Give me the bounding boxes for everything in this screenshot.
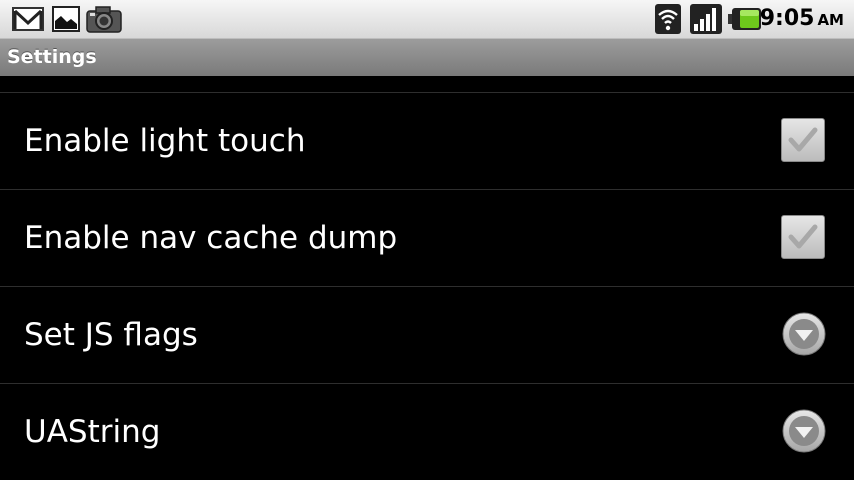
settings-list: Enable light touch Enable nav cache dump…: [0, 76, 854, 480]
enable-light-touch-checkbox[interactable]: [781, 118, 825, 162]
dropdown-arrow-icon[interactable]: [782, 409, 826, 453]
battery-icon: [728, 6, 762, 36]
page-title: Settings: [7, 46, 97, 68]
setting-label: Set JS flags: [24, 317, 198, 353]
enable-nav-cache-dump-checkbox[interactable]: [781, 215, 825, 259]
gallery-icon: [52, 6, 80, 36]
status-bar: 9:05 AM: [0, 0, 854, 39]
time-ampm: AM: [817, 11, 844, 29]
time-value: 9:05: [759, 6, 815, 31]
camera-icon: [85, 4, 123, 38]
dropdown-arrow-icon[interactable]: [782, 312, 826, 356]
setting-enable-light-touch[interactable]: Enable light touch: [0, 93, 854, 189]
setting-enable-nav-cache-dump[interactable]: Enable nav cache dump: [0, 190, 854, 286]
setting-label: Enable light touch: [24, 123, 306, 159]
setting-label: UAString: [24, 414, 161, 450]
signal-icon: [690, 4, 722, 38]
title-bar: Settings: [0, 39, 854, 76]
wifi-icon: [655, 4, 681, 38]
gmail-icon: [12, 7, 44, 35]
setting-label: Enable nav cache dump: [24, 220, 398, 256]
status-time: 9:05 AM: [760, 5, 844, 33]
checkmark-icon: [788, 127, 818, 152]
setting-uastring[interactable]: UAString: [0, 384, 854, 480]
checkmark-icon: [788, 224, 818, 249]
setting-set-js-flags[interactable]: Set JS flags: [0, 287, 854, 383]
screen: 9:05 AM Settings Enable light touch Enabl…: [0, 0, 854, 480]
